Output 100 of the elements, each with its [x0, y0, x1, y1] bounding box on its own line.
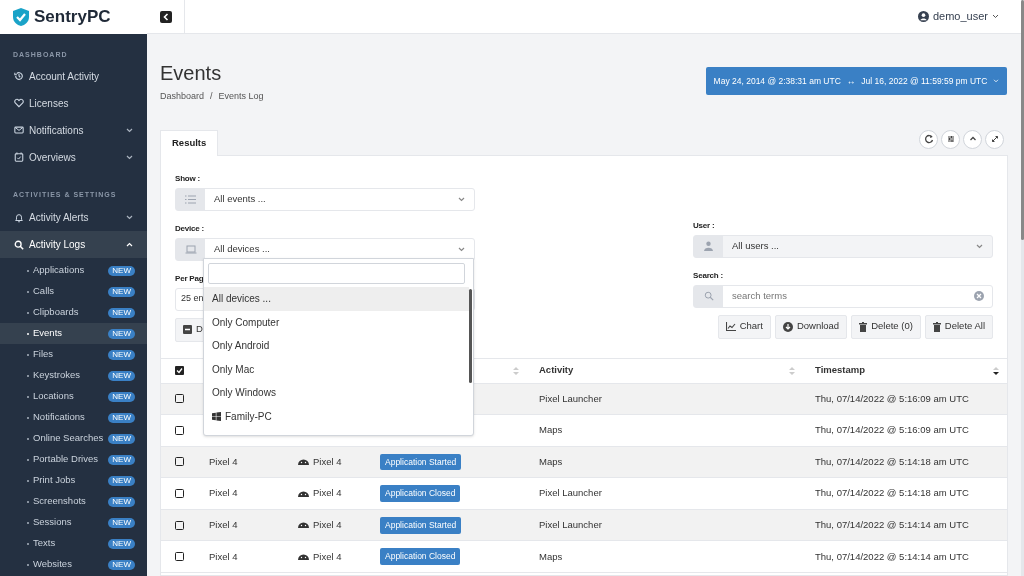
- refresh-button[interactable]: [919, 129, 938, 149]
- search-icon: [703, 291, 714, 301]
- sidebar-subitem[interactable]: Sessions NEW: [0, 512, 147, 533]
- list-icon: [185, 194, 196, 204]
- field-label: Per Pag: [175, 272, 204, 284]
- sidebar-item[interactable]: Licenses: [0, 89, 147, 117]
- results-tab[interactable]: Results: [160, 129, 219, 156]
- sidebar-subitem[interactable]: Applications NEW: [0, 260, 147, 281]
- sidebar-subitem[interactable]: Websites NEW: [0, 554, 147, 575]
- breadcrumb-link[interactable]: Dashboard: [160, 90, 205, 104]
- sidebar-subitem[interactable]: Keystrokes NEW: [0, 365, 147, 386]
- table-cell: Maps: [539, 446, 815, 478]
- new-badge: NEW: [108, 517, 135, 528]
- new-badge: NEW: [108, 370, 135, 381]
- page-title: Events: [160, 62, 223, 84]
- expand-button[interactable]: [985, 129, 1004, 149]
- dropdown-option[interactable]: Family-PC: [204, 404, 469, 428]
- new-badge: NEW: [108, 559, 135, 570]
- search-box[interactable]: search terms: [693, 284, 993, 308]
- checkbox[interactable]: [175, 520, 184, 530]
- table-cell: Thu, 07/14/2022 @ 5:14:14 am UTC: [815, 509, 1007, 541]
- sort-desc-icon[interactable]: [993, 365, 999, 376]
- sidebar-subitem[interactable]: Clipboards NEW: [0, 302, 147, 323]
- sidebar-item[interactable]: Activity Alerts: [0, 204, 147, 231]
- sidebar-subitem[interactable]: Print Jobs NEW: [0, 470, 147, 491]
- table-cell: Thu, 07/14/2022 @ 5:16:09 am UTC: [815, 383, 1007, 415]
- new-badge: NEW: [108, 538, 135, 549]
- line-chart-icon: [725, 322, 736, 331]
- device-select[interactable]: All devices ...: [175, 237, 475, 261]
- event-badge: Application Started: [380, 516, 462, 534]
- date-range-button[interactable]: May 24, 2014 @ 2:38:31 am UTC ↔ Jul 16, 2022 @ 11:59:59 pm UTC: [706, 67, 1007, 95]
- table-cell: Pixel 4: [298, 454, 380, 470]
- sidebar-subitem[interactable]: Texts NEW: [0, 533, 147, 554]
- field-label: User :: [693, 219, 715, 231]
- column-header[interactable]: Timestamp: [815, 363, 865, 378]
- caret-icon: [126, 215, 133, 220]
- new-badge: NEW: [108, 265, 135, 276]
- caret-icon: [976, 243, 983, 249]
- search-field[interactable]: search terms: [723, 285, 974, 307]
- page-scrollbar-thumb[interactable]: [1021, 0, 1024, 240]
- checkbox[interactable]: [175, 457, 184, 467]
- dropdown-search-field[interactable]: [208, 263, 465, 284]
- chevron-up-button[interactable]: [963, 129, 982, 149]
- table-cell: Pixel 4: [209, 487, 238, 499]
- new-badge: NEW: [108, 328, 135, 339]
- sidebar-subitem[interactable]: Files NEW: [0, 344, 147, 365]
- show-select[interactable]: All events ...: [175, 187, 475, 211]
- delete-all-button[interactable]: Delete All: [924, 314, 993, 339]
- android-icon: [298, 553, 309, 560]
- new-badge: NEW: [108, 454, 135, 465]
- shield-logo-icon: [12, 7, 30, 27]
- sidebar-subitem[interactable]: Online Searches NEW: [0, 428, 147, 449]
- dropdown-option[interactable]: Only Mac: [204, 357, 469, 381]
- sidebar-item[interactable]: Account Activity: [0, 62, 147, 90]
- chart-button[interactable]: Chart: [717, 314, 771, 339]
- checkbox[interactable]: [175, 394, 184, 404]
- minus-square-icon: [183, 325, 192, 334]
- new-badge: NEW: [108, 496, 135, 507]
- caret-icon: [126, 154, 133, 160]
- user-circle-icon: [917, 11, 929, 22]
- scrollbar-thumb[interactable]: [469, 289, 472, 383]
- table-cell: Thu, 07/14/2022 @ 5:14:14 am UTC: [815, 540, 1007, 573]
- search-icon: [14, 239, 24, 250]
- sidebar-subitem[interactable]: Calls NEW: [0, 281, 147, 302]
- user-icon: [704, 241, 713, 251]
- breadcrumb-separator: /: [210, 90, 213, 103]
- new-badge: NEW: [108, 349, 135, 360]
- dropdown-option[interactable]: Only Windows: [204, 381, 469, 405]
- checkbox[interactable]: [175, 425, 184, 435]
- download-button[interactable]: Download: [774, 314, 848, 339]
- new-badge: NEW: [108, 286, 135, 297]
- sidebar-subitem[interactable]: Locations NEW: [0, 386, 147, 407]
- sidebar-subitem[interactable]: Screenshots NEW: [0, 491, 147, 512]
- sidebar-subitem[interactable]: Portable Drives NEW: [0, 449, 147, 470]
- caret-icon: [992, 14, 999, 19]
- caret-icon: [126, 127, 133, 133]
- column-header[interactable]: Activity: [539, 363, 574, 378]
- sidebar-item[interactable]: Notifications: [0, 116, 147, 144]
- windows-icon: [212, 411, 221, 421]
- envelope-icon: [14, 125, 24, 135]
- dropdown-option[interactable]: All devices ...: [204, 287, 469, 311]
- android-icon: [298, 490, 309, 497]
- sidebar-item[interactable]: Activity Logs: [0, 231, 147, 258]
- user-select[interactable]: All users ...: [693, 234, 993, 258]
- trash-icon: [932, 321, 941, 332]
- sidebar-subitem[interactable]: Notifications NEW: [0, 407, 147, 428]
- new-badge: NEW: [108, 412, 135, 423]
- delete-button[interactable]: Delete (0): [851, 314, 921, 339]
- checkbox[interactable]: [175, 489, 184, 499]
- table-cell: Maps: [539, 414, 815, 447]
- sidebar-subitem[interactable]: Events NEW: [0, 323, 147, 344]
- collapse-sidebar-icon[interactable]: [159, 10, 172, 23]
- heart-icon: [14, 98, 24, 108]
- checkbox[interactable]: [175, 552, 184, 562]
- field-label: Show :: [175, 172, 201, 184]
- field-label: Search :: [693, 269, 723, 281]
- sliders-button[interactable]: [941, 129, 960, 149]
- android-icon: [298, 522, 309, 529]
- user-menu[interactable]: demo_user: [917, 8, 999, 25]
- sidebar-item[interactable]: Overviews: [0, 143, 147, 171]
